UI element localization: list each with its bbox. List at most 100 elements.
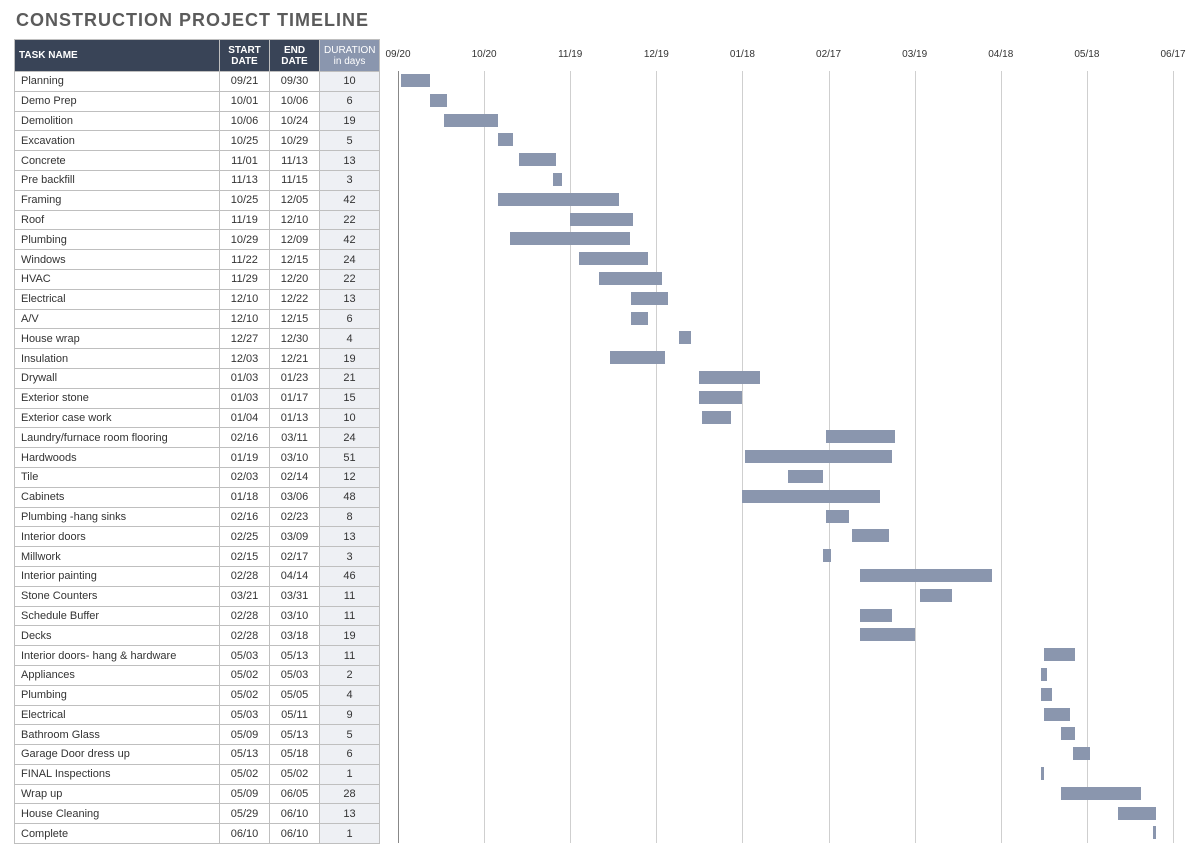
task-end: 11/15	[270, 170, 320, 190]
gantt-bar[interactable]	[920, 589, 952, 602]
table-row[interactable]: Garage Door dress up05/1305/186	[15, 745, 380, 765]
table-row[interactable]: Demo Prep10/0110/066	[15, 91, 380, 111]
gantt-bar[interactable]	[860, 609, 892, 622]
table-row[interactable]: Electrical12/1012/2213	[15, 289, 380, 309]
task-name: House Cleaning	[15, 804, 220, 824]
gantt-bar[interactable]	[570, 213, 633, 226]
table-row[interactable]: Wrap up05/0906/0528	[15, 784, 380, 804]
gantt-bar[interactable]	[702, 411, 731, 424]
table-row[interactable]: HVAC11/2912/2022	[15, 269, 380, 289]
table-row[interactable]: Windows11/2212/1524	[15, 250, 380, 270]
gantt-bar[interactable]	[498, 193, 619, 206]
gantt-row	[398, 586, 1177, 606]
table-row[interactable]: House wrap12/2712/304	[15, 329, 380, 349]
gantt-bar[interactable]	[788, 470, 822, 483]
table-row[interactable]: A/V12/1012/156	[15, 309, 380, 329]
gantt-bar[interactable]	[444, 114, 499, 127]
gantt-row	[398, 289, 1177, 309]
gantt-bar[interactable]	[1073, 747, 1090, 760]
gantt-bar[interactable]	[826, 430, 895, 443]
table-row[interactable]: Cabinets01/1803/0648	[15, 487, 380, 507]
gantt-bar[interactable]	[1041, 668, 1047, 681]
gantt-bar[interactable]	[631, 312, 648, 325]
table-row[interactable]: Plumbing -hang sinks02/1602/238	[15, 507, 380, 527]
gantt-bar[interactable]	[679, 331, 690, 344]
gantt-bar[interactable]	[430, 94, 447, 107]
gantt-bar[interactable]	[1041, 767, 1044, 780]
task-start: 05/13	[220, 745, 270, 765]
task-duration: 10	[320, 72, 380, 92]
table-row[interactable]: Excavation10/2510/295	[15, 131, 380, 151]
gantt-bar[interactable]	[579, 252, 648, 265]
gantt-bar[interactable]	[498, 133, 512, 146]
table-row[interactable]: Exterior stone01/0301/1715	[15, 388, 380, 408]
table-row[interactable]: House Cleaning05/2906/1013	[15, 804, 380, 824]
col-header-duration: DURATIONin days	[320, 40, 380, 72]
table-row[interactable]: Decks02/2803/1819	[15, 626, 380, 646]
task-duration: 11	[320, 586, 380, 606]
table-row[interactable]: Bathroom Glass05/0905/135	[15, 725, 380, 745]
table-row[interactable]: Complete06/1006/101	[15, 824, 380, 844]
table-row[interactable]: Electrical05/0305/119	[15, 705, 380, 725]
gantt-bar[interactable]	[860, 628, 915, 641]
table-row[interactable]: Roof11/1912/1022	[15, 210, 380, 230]
gantt-bar[interactable]	[699, 371, 759, 384]
task-start: 11/19	[220, 210, 270, 230]
gantt-bar[interactable]	[553, 173, 562, 186]
gantt-row	[398, 507, 1177, 527]
table-row[interactable]: Laundry/furnace room flooring02/1603/112…	[15, 428, 380, 448]
task-duration: 1	[320, 764, 380, 784]
gantt-bar[interactable]	[1041, 688, 1052, 701]
table-row[interactable]: Plumbing05/0205/054	[15, 685, 380, 705]
gantt-bar[interactable]	[1118, 807, 1155, 820]
gantt-bar[interactable]	[826, 510, 849, 523]
gantt-bar[interactable]	[1044, 648, 1076, 661]
col-header-start: START DATE	[220, 40, 270, 72]
task-name: Framing	[15, 190, 220, 210]
table-row[interactable]: Hardwoods01/1903/1051	[15, 448, 380, 468]
task-duration: 1	[320, 824, 380, 844]
gantt-bar[interactable]	[1153, 826, 1156, 839]
table-row[interactable]: Concrete11/0111/1313	[15, 151, 380, 171]
gantt-bar[interactable]	[1044, 708, 1070, 721]
table-row[interactable]: Millwork02/1502/173	[15, 547, 380, 567]
table-row[interactable]: Interior painting02/2804/1446	[15, 566, 380, 586]
table-row[interactable]: Drywall01/0301/2321	[15, 368, 380, 388]
gantt-bar[interactable]	[852, 529, 889, 542]
table-row[interactable]: Exterior case work01/0401/1310	[15, 408, 380, 428]
gantt-bar[interactable]	[631, 292, 668, 305]
table-row[interactable]: Interior doors02/2503/0913	[15, 527, 380, 547]
gantt-bar[interactable]	[745, 450, 891, 463]
table-row[interactable]: Stone Counters03/2103/3111	[15, 586, 380, 606]
table-row[interactable]: Interior doors- hang & hardware05/0305/1…	[15, 646, 380, 666]
gantt-bar[interactable]	[860, 569, 992, 582]
gantt-bar[interactable]	[742, 490, 880, 503]
gantt-bar[interactable]	[699, 391, 742, 404]
table-row[interactable]: Demolition10/0610/2419	[15, 111, 380, 131]
gantt-bar[interactable]	[610, 351, 665, 364]
gantt-bar[interactable]	[519, 153, 556, 166]
task-name: Roof	[15, 210, 220, 230]
table-row[interactable]: Planning09/2109/3010	[15, 72, 380, 92]
gantt-bar[interactable]	[401, 74, 430, 87]
gantt-bar[interactable]	[823, 549, 832, 562]
gantt-bar[interactable]	[599, 272, 662, 285]
task-end: 05/13	[270, 725, 320, 745]
task-end: 10/29	[270, 131, 320, 151]
table-row[interactable]: Pre backfill11/1311/153	[15, 170, 380, 190]
gantt-bar[interactable]	[1061, 727, 1075, 740]
gantt-bar[interactable]	[510, 232, 631, 245]
table-row[interactable]: Schedule Buffer02/2803/1011	[15, 606, 380, 626]
table-row[interactable]: FINAL Inspections05/0205/021	[15, 764, 380, 784]
table-row[interactable]: Tile02/0302/1412	[15, 467, 380, 487]
table-row[interactable]: Appliances05/0205/032	[15, 665, 380, 685]
table-row[interactable]: Plumbing10/2912/0942	[15, 230, 380, 250]
task-name: Electrical	[15, 705, 220, 725]
gantt-row	[398, 150, 1177, 170]
task-end: 03/18	[270, 626, 320, 646]
task-start: 05/09	[220, 784, 270, 804]
table-row[interactable]: Framing10/2512/0542	[15, 190, 380, 210]
table-row[interactable]: Insulation12/0312/2119	[15, 349, 380, 369]
gantt-bar[interactable]	[1061, 787, 1141, 800]
gantt-header: 09/2010/2011/1912/1901/1802/1703/1904/18…	[398, 39, 1177, 71]
